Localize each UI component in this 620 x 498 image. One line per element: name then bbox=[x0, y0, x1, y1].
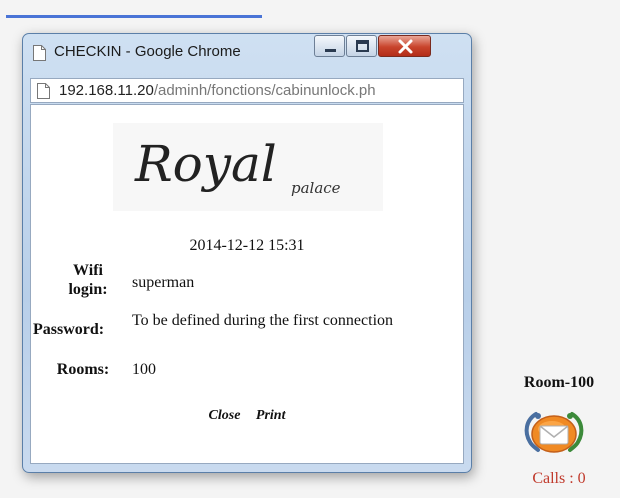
page-icon bbox=[33, 45, 46, 61]
minimize-icon bbox=[325, 49, 336, 52]
address-url[interactable]: 192.168.11.20/adminh/fonctions/cabinunlo… bbox=[59, 82, 463, 99]
wifi-label-line2: login: bbox=[68, 281, 108, 298]
window-titlebar[interactable]: CHECKIN - Google Chrome bbox=[23, 34, 471, 70]
page-icon bbox=[37, 83, 50, 99]
action-links: Close Print bbox=[31, 408, 463, 424]
close-link[interactable]: Close bbox=[209, 408, 241, 423]
logo-main-text: Royal bbox=[134, 135, 277, 193]
popup-content: Royal palace 2014-12-12 15:31 Wifi login… bbox=[30, 104, 464, 464]
window-title: CHECKIN - Google Chrome bbox=[54, 43, 241, 60]
close-window-button[interactable] bbox=[378, 35, 431, 57]
minimize-button[interactable] bbox=[314, 35, 345, 57]
wifi-login-value: superman bbox=[132, 274, 195, 291]
calls-counter: Calls : 0 bbox=[532, 470, 586, 487]
print-link[interactable]: Print bbox=[256, 408, 286, 423]
url-host: 192.168.11.20 bbox=[59, 82, 154, 99]
password-label: Password: bbox=[33, 321, 105, 338]
maximize-icon bbox=[356, 40, 369, 52]
room-panel: Room-100 Calls : 0 bbox=[500, 362, 618, 498]
checkin-datetime: 2014-12-12 15:31 bbox=[189, 237, 305, 254]
room-label: Room-100 bbox=[523, 374, 595, 391]
address-bar[interactable]: 192.168.11.20/adminh/fonctions/cabinunlo… bbox=[30, 78, 464, 103]
rooms-label: Rooms: bbox=[56, 361, 110, 378]
checkin-popup-window: CHECKIN - Google Chrome 192.168.11.20/ad… bbox=[22, 33, 472, 473]
close-icon bbox=[398, 39, 413, 54]
page-loading-bar bbox=[6, 15, 262, 18]
password-value: To be defined during the first connectio… bbox=[132, 312, 394, 329]
mail-envelope-icon[interactable] bbox=[522, 406, 586, 460]
wifi-label-line1: Wifi bbox=[73, 262, 103, 279]
url-path: /adminh/fonctions/cabinunlock.ph bbox=[153, 82, 376, 99]
maximize-button[interactable] bbox=[346, 35, 377, 57]
royal-palace-logo: Royal palace bbox=[113, 123, 383, 211]
logo-sub-text: palace bbox=[291, 179, 341, 197]
wifi-login-label: Wifi login: bbox=[53, 261, 123, 299]
rooms-value: 100 bbox=[132, 361, 156, 378]
